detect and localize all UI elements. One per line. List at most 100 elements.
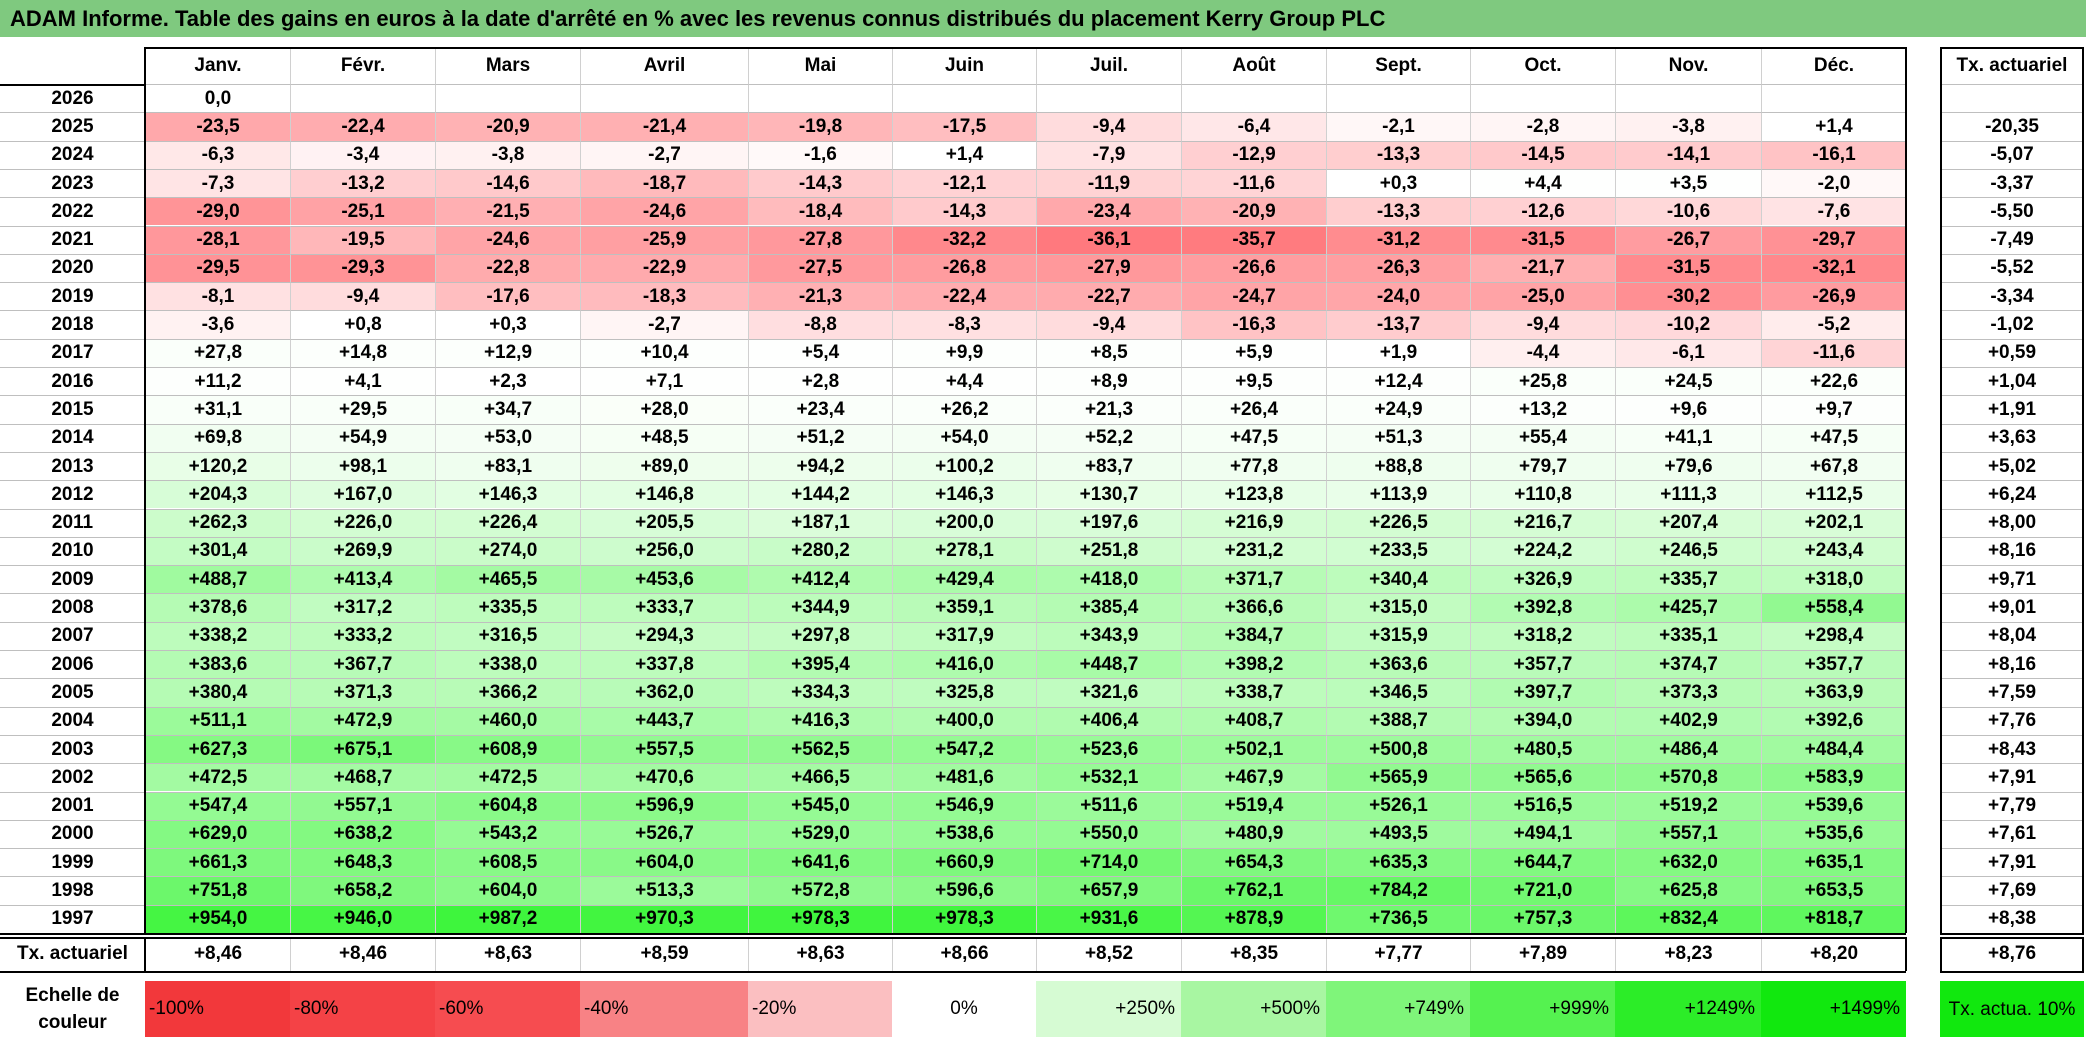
table-cell xyxy=(1761,84,1906,113)
table-cell: +480,9 xyxy=(1181,819,1326,849)
summary-cell: +8,46 xyxy=(290,937,435,971)
table-cell: -6,1 xyxy=(1615,338,1761,367)
table-cell: +298,4 xyxy=(1761,621,1906,650)
table-cell: +233,5 xyxy=(1326,536,1470,566)
legend-swatch: +749% xyxy=(1326,981,1470,1037)
table-cell: +318,2 xyxy=(1470,621,1615,650)
table-cell: +784,2 xyxy=(1326,876,1470,905)
table-cell: +596,9 xyxy=(580,791,748,820)
table-cell: +79,6 xyxy=(1615,451,1761,481)
table-cell: +545,0 xyxy=(748,791,892,820)
table-cell: +13,2 xyxy=(1470,395,1615,424)
table-cell: -23,5 xyxy=(145,112,290,141)
table-cell xyxy=(435,84,580,113)
table-cell: -10,6 xyxy=(1615,197,1761,226)
table-cell: +416,0 xyxy=(892,650,1036,679)
summary-frame-bottom xyxy=(0,971,1906,973)
table-cell: +294,3 xyxy=(580,621,748,650)
table-cell: -3,6 xyxy=(145,310,290,339)
table-cell: -21,4 xyxy=(580,112,748,141)
table-cell: -22,4 xyxy=(892,282,1036,311)
table-cell: +25,8 xyxy=(1470,367,1615,396)
table-cell: +207,4 xyxy=(1615,508,1761,537)
table-cell: +326,9 xyxy=(1470,565,1615,594)
table-cell: +333,2 xyxy=(290,621,435,650)
year-label: 2010 xyxy=(0,536,145,566)
table-cell: +262,3 xyxy=(145,508,290,537)
table-cell: +970,3 xyxy=(580,904,748,933)
table-cell: +5,4 xyxy=(748,338,892,367)
table-cell: -25,1 xyxy=(290,197,435,226)
table-cell: -22,8 xyxy=(435,253,580,283)
table-cell: +378,6 xyxy=(145,593,290,622)
table-cell: +146,3 xyxy=(892,480,1036,509)
rate-cell: -20,35 xyxy=(1940,112,2084,141)
table-cell: +757,3 xyxy=(1470,904,1615,933)
summary-cell: +8,23 xyxy=(1615,937,1761,971)
table-cell: +22,6 xyxy=(1761,367,1906,396)
table-cell: -24,7 xyxy=(1181,282,1326,311)
table-cell: -35,7 xyxy=(1181,225,1326,254)
table-cell: -12,6 xyxy=(1470,197,1615,226)
rate-cell: +7,91 xyxy=(1940,848,2084,877)
summary-frame-top xyxy=(0,937,1906,939)
rate-cell: +8,16 xyxy=(1940,650,2084,679)
year-label: 2019 xyxy=(0,282,145,311)
table-cell: +392,6 xyxy=(1761,706,1906,735)
table-cell: -30,2 xyxy=(1615,282,1761,311)
table-cell: -11,6 xyxy=(1761,338,1906,367)
table-cell: +317,2 xyxy=(290,593,435,622)
table-cell: +113,9 xyxy=(1326,480,1470,509)
table-cell: +583,9 xyxy=(1761,763,1906,792)
table-cell: -2,8 xyxy=(1470,112,1615,141)
table-cell: +453,6 xyxy=(580,565,748,594)
legend-swatch: +1499% xyxy=(1761,981,1906,1037)
year-label: 2014 xyxy=(0,423,145,452)
table-cell: +357,7 xyxy=(1470,650,1615,679)
table-cell: +486,4 xyxy=(1615,734,1761,764)
table-cell: +604,0 xyxy=(435,876,580,905)
table-cell: +0,3 xyxy=(435,310,580,339)
month-header: Mars xyxy=(435,47,580,84)
legend-label: Echelle de couleur xyxy=(0,981,145,1037)
summary-cell: +8,35 xyxy=(1181,937,1326,971)
table-cell: -22,4 xyxy=(290,112,435,141)
table-cell: +24,5 xyxy=(1615,367,1761,396)
table-cell: +52,2 xyxy=(1036,423,1181,452)
table-cell: +100,2 xyxy=(892,451,1036,481)
rate-cell: +8,43 xyxy=(1940,734,2084,764)
month-header: Févr. xyxy=(290,47,435,84)
month-header: Mai xyxy=(748,47,892,84)
table-cell: -4,4 xyxy=(1470,338,1615,367)
table-cell: +231,2 xyxy=(1181,536,1326,566)
table-cell: +2,8 xyxy=(748,367,892,396)
table-cell: +644,7 xyxy=(1470,848,1615,877)
table-cell: +123,8 xyxy=(1181,480,1326,509)
table-cell: +472,5 xyxy=(435,763,580,792)
year-label: 2016 xyxy=(0,367,145,396)
table-cell: +14,8 xyxy=(290,338,435,367)
rate-cell: +9,71 xyxy=(1940,565,2084,594)
table-cell: -24,6 xyxy=(580,197,748,226)
table-cell: +315,0 xyxy=(1326,593,1470,622)
table-cell xyxy=(1036,84,1181,113)
table-cell: +472,9 xyxy=(290,706,435,735)
month-header: Juil. xyxy=(1036,47,1181,84)
table-cell: +344,9 xyxy=(748,593,892,622)
table-cell: +465,5 xyxy=(435,565,580,594)
table-cell: +931,6 xyxy=(1036,904,1181,933)
table-cell: +565,6 xyxy=(1470,763,1615,792)
table-cell: -31,5 xyxy=(1615,253,1761,283)
table-cell: +526,7 xyxy=(580,819,748,849)
table-cell: +366,2 xyxy=(435,678,580,707)
table-cell: +9,7 xyxy=(1761,395,1906,424)
table-cell: +470,6 xyxy=(580,763,748,792)
table-cell: +4,4 xyxy=(892,367,1036,396)
table-cell: -3,4 xyxy=(290,140,435,169)
table-cell: +565,9 xyxy=(1326,763,1470,792)
table-cell xyxy=(1181,84,1326,113)
table-frame-top xyxy=(145,47,1906,49)
table-cell: +448,7 xyxy=(1036,650,1181,679)
table-cell: +468,7 xyxy=(290,763,435,792)
table-cell: +26,4 xyxy=(1181,395,1326,424)
